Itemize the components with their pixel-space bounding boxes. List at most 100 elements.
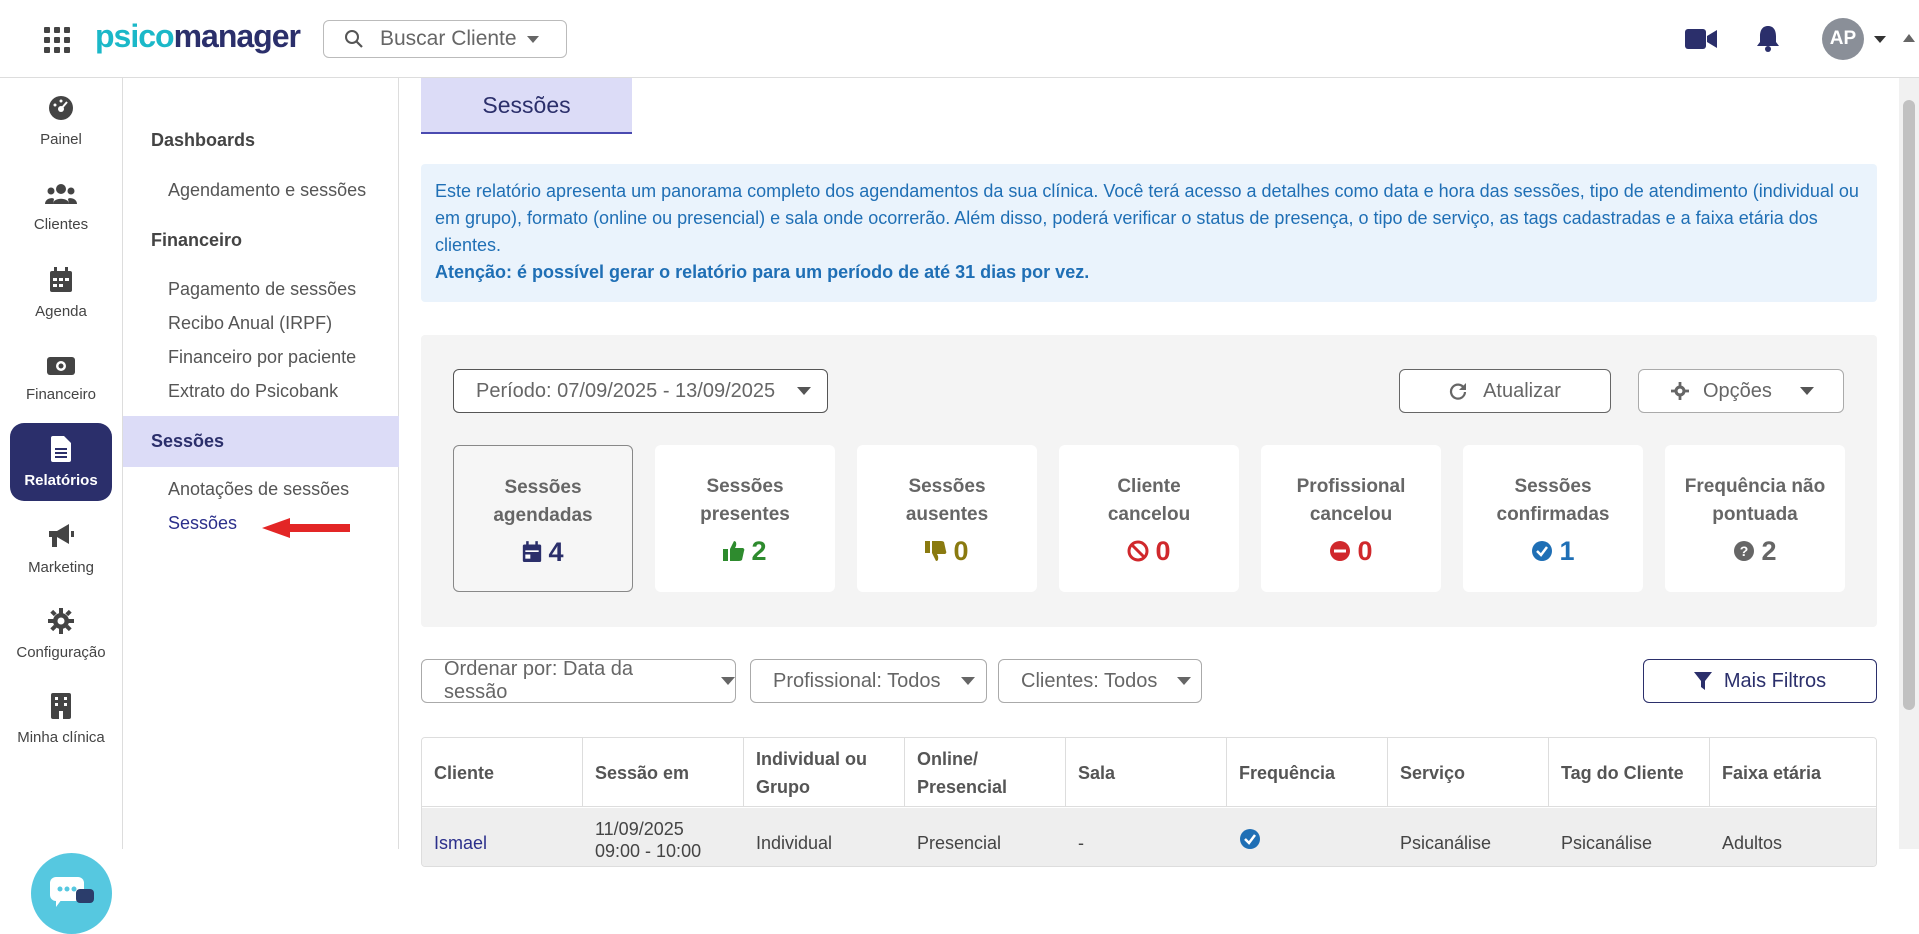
refresh-icon <box>1450 383 1467 400</box>
ban-icon <box>1127 540 1149 562</box>
tab-sessoes[interactable]: Sessões <box>421 78 632 134</box>
column-header[interactable]: Frequência <box>1227 738 1388 807</box>
bell-icon[interactable] <box>1755 24 1781 52</box>
cell-tag: Psicanálise <box>1561 833 1653 853</box>
report-icon <box>51 435 71 462</box>
sort-by-dropdown[interactable]: Ordenar por: Data da sessão <box>421 658 736 703</box>
chevron-down-icon <box>721 677 735 685</box>
nav-item-marketing[interactable]: Marketing <box>10 510 112 588</box>
scrollbar-thumb[interactable] <box>1903 100 1915 710</box>
users-icon <box>45 183 77 204</box>
subnav-item-extrato[interactable]: Extrato do Psicobank <box>168 381 338 402</box>
chevron-down-icon <box>526 35 539 43</box>
cell-format: Presencial <box>917 833 1002 853</box>
subnav-heading-financeiro: Financeiro <box>151 230 243 250</box>
cell-type: Individual <box>756 833 833 853</box>
chevron-down-icon <box>1799 387 1814 395</box>
professional-filter-dropdown[interactable]: Profissional: Todos <box>750 659 987 703</box>
cell-frequency[interactable] <box>1227 828 1261 855</box>
left-navigation: Painel Clientes Agenda Financeiro Relató… <box>0 78 123 934</box>
subnav-item-agendamento[interactable]: Agendamento e sessões <box>168 180 366 201</box>
nav-item-painel[interactable]: Painel <box>10 82 112 160</box>
cell-session-date: 11/09/2025 09:00 - 10:00 <box>595 819 702 861</box>
reports-subnavigation: Dashboards Agendamento e sessões Finance… <box>123 78 399 849</box>
subnav-item-sessoes[interactable]: Sessões <box>168 513 237 534</box>
card-profissional-cancelou[interactable]: Profissional cancelou 0 <box>1261 445 1441 592</box>
calendar-icon <box>50 266 72 292</box>
subnav-item-recibo[interactable]: Recibo Anual (IRPF) <box>168 313 332 334</box>
card-frequencia-nao-pontuada[interactable]: Frequência não pontuada ? 2 <box>1665 445 1845 592</box>
report-info-box: Este relatório apresenta um panorama com… <box>421 164 1877 302</box>
video-camera-icon[interactable] <box>1685 28 1717 50</box>
table-header-row: Cliente Sessão em Individual ou Grupo Onl… <box>422 738 1876 807</box>
cell-age-range: Adultos <box>1722 833 1783 853</box>
search-icon <box>345 30 363 48</box>
building-icon <box>51 692 71 719</box>
avatar[interactable]: AP <box>1822 18 1864 60</box>
subnav-item-anotacoes[interactable]: Anotações de sessões <box>168 479 349 500</box>
chat-icon <box>49 876 94 907</box>
subnav-item-financeiro-paciente[interactable]: Financeiro por paciente <box>168 347 356 368</box>
column-header[interactable]: Sala <box>1066 738 1227 807</box>
cell-client-link[interactable]: Ismael <box>422 832 487 854</box>
more-filters-button[interactable]: Mais Filtros <box>1643 659 1877 703</box>
info-text: Este relatório apresenta um panorama com… <box>435 181 1859 255</box>
money-icon <box>47 356 75 375</box>
card-cliente-cancelou[interactable]: Cliente cancelou 0 <box>1059 445 1239 592</box>
search-client-dropdown[interactable]: Buscar Cliente <box>323 20 567 58</box>
nav-item-financeiro[interactable]: Financeiro <box>10 340 112 418</box>
column-header[interactable]: Sessão em <box>583 738 744 807</box>
megaphone-icon <box>49 523 74 547</box>
thumbs-up-icon <box>723 541 745 561</box>
clients-filter-dropdown[interactable]: Clientes: Todos <box>998 659 1202 703</box>
sessions-table: Cliente Sessão em Individual ou Grupo Onl… <box>421 737 1877 867</box>
column-header[interactable]: Online/Presencial <box>905 738 1066 807</box>
chevron-down-icon[interactable] <box>1874 36 1886 43</box>
nav-item-relatorios[interactable]: Relatórios <box>10 423 112 501</box>
subnav-heading-sessoes: Sessões <box>151 431 225 451</box>
period-select[interactable]: Período: 07/09/2025 - 13/09/2025 <box>453 369 828 413</box>
subnav-item-pagamento[interactable]: Pagamento de sessões <box>168 279 356 300</box>
gear-icon <box>48 607 74 634</box>
main-content: Sessões Este relatório apresenta um pano… <box>399 78 1899 867</box>
column-header[interactable]: Individual ou Grupo <box>744 738 905 807</box>
app-logo[interactable]: psicomanager <box>95 18 301 55</box>
red-arrow-annotation-icon <box>262 518 350 538</box>
chat-support-button[interactable] <box>31 853 112 934</box>
column-header[interactable]: Tag do Cliente <box>1549 738 1710 807</box>
page-scrollbar[interactable] <box>1899 78 1919 849</box>
top-bar: psicomanager Buscar Cliente AP <box>0 0 1919 78</box>
card-sessoes-confirmadas[interactable]: Sessões confirmadas 1 <box>1463 445 1643 592</box>
info-warning: Atenção: é possível gerar o relatório pa… <box>435 262 1090 282</box>
card-sessoes-ausentes[interactable]: Sessões ausentes 0 <box>857 445 1037 592</box>
gauge-icon <box>49 95 73 120</box>
svg-text:?: ? <box>1740 543 1749 559</box>
scroll-up-arrow-icon[interactable] <box>1903 34 1915 42</box>
column-header[interactable]: Cliente <box>422 738 583 807</box>
card-sessoes-presentes[interactable]: Sessões presentes 2 <box>655 445 835 592</box>
cell-service: Psicanálise <box>1400 833 1492 853</box>
table-row[interactable]: Ismael 11/09/2025 09:00 - 10:00 Individua… <box>422 808 1876 866</box>
minus-circle-icon <box>1330 541 1351 561</box>
search-placeholder: Buscar Cliente <box>380 27 517 50</box>
cell-room: - <box>1078 833 1084 853</box>
column-header[interactable]: Faixa etária <box>1710 738 1876 807</box>
column-header[interactable]: Serviço <box>1388 738 1549 807</box>
nav-item-configuracao[interactable]: Configuração <box>10 595 112 673</box>
options-dropdown[interactable]: Opções <box>1638 369 1844 413</box>
calendar-check-icon <box>523 541 542 562</box>
filter-icon <box>1693 672 1712 690</box>
thumbs-down-icon <box>925 541 947 561</box>
subnav-heading-dashboards: Dashboards <box>151 130 256 150</box>
nav-item-minha-clinica[interactable]: Minha clínica <box>10 680 112 758</box>
refresh-button[interactable]: Atualizar <box>1399 369 1611 413</box>
chevron-down-icon <box>960 677 975 685</box>
nav-item-agenda[interactable]: Agenda <box>10 254 112 332</box>
check-circle-icon <box>1240 829 1260 849</box>
apps-grid-icon[interactable] <box>44 27 70 53</box>
gear-icon <box>1671 382 1689 400</box>
question-circle-icon: ? <box>1734 541 1755 561</box>
card-sessoes-agendadas[interactable]: Sessões agendadas 4 <box>453 445 633 592</box>
check-circle-icon <box>1532 541 1553 561</box>
nav-item-clientes[interactable]: Clientes <box>10 168 112 246</box>
